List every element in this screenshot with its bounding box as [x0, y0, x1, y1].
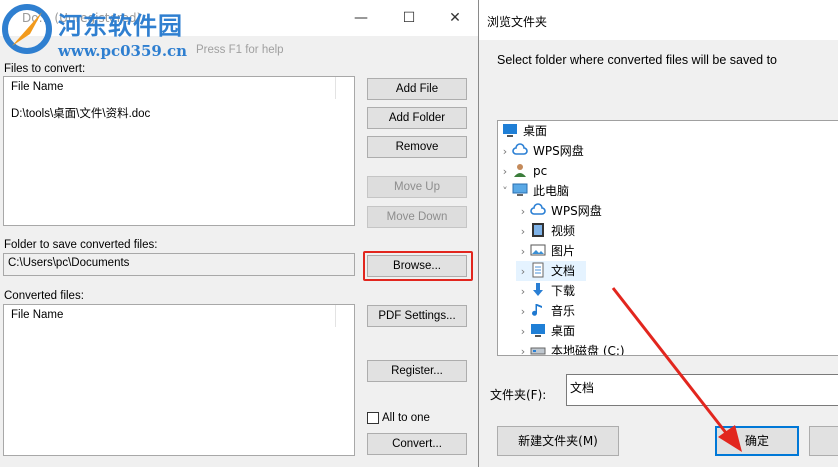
folder-tree[interactable]: 桌面 › WPS网盘 › pc ˅ 此电脑 › WPS网盘 › 视频 › 图片 › 文档 › 下载 › 音乐 › 桌面 ›… [497, 120, 838, 356]
chevron-right-icon[interactable]: › [498, 142, 512, 162]
tree-item[interactable]: › 图片 [516, 241, 836, 261]
all-to-one-checkbox[interactable] [367, 412, 379, 424]
tree-item-label: pc [533, 164, 548, 178]
tree-item-label: 音乐 [551, 304, 576, 318]
chevron-right-icon[interactable]: › [516, 302, 530, 322]
pdf-settings-button[interactable]: PDF Settings... [367, 305, 467, 327]
tree-item-label: 图片 [551, 244, 576, 258]
tree-item[interactable]: › WPS网盘 [516, 201, 836, 221]
download-icon [530, 283, 551, 298]
register-button[interactable]: Register... [367, 360, 467, 382]
watermark-logo-icon [2, 4, 52, 54]
tree-item[interactable]: › 下载 [516, 281, 836, 301]
tree-item[interactable]: › 视频 [516, 221, 836, 241]
list-item[interactable]: D:\tools\桌面\文件\资料.doc [11, 105, 150, 121]
tree-item-label: 文档 [551, 264, 576, 278]
dialog-title: 浏览文件夹 [487, 15, 548, 29]
music-icon [530, 304, 551, 318]
column-header-file-name[interactable]: File Name [4, 77, 336, 99]
ok-button[interactable]: 确定 [715, 426, 799, 456]
chevron-right-icon[interactable]: › [516, 342, 530, 355]
add-folder-button[interactable]: Add Folder [367, 107, 467, 129]
tree-item-label: WPS网盘 [551, 204, 602, 218]
remove-button[interactable]: Remove [367, 136, 467, 158]
converted-files-label: Converted files: [4, 290, 84, 302]
close-button[interactable]: ✕ [432, 0, 478, 36]
minimize-button[interactable]: — [338, 0, 384, 36]
folder-field-label: 文件夹(F): [490, 388, 547, 402]
user-icon [512, 164, 533, 178]
folder-name-input[interactable]: 文档 [566, 374, 838, 406]
tree-item[interactable]: › 音乐 [516, 301, 836, 321]
move-down-button[interactable]: Move Down [367, 206, 467, 228]
tree-item-label: 下载 [551, 284, 576, 298]
chevron-right-icon[interactable]: › [516, 242, 530, 262]
convert-button[interactable]: Convert... [367, 433, 467, 455]
cloud-icon [512, 143, 533, 158]
tree-item[interactable]: › 文档 [516, 261, 586, 281]
tree-item[interactable]: › 桌面 [516, 321, 836, 341]
browse-button[interactable]: Browse... [367, 255, 467, 277]
files-to-convert-list[interactable]: File Name D:\tools\桌面\文件\资料.doc [3, 76, 355, 226]
tree-item-label: 本地磁盘 (C:) [551, 344, 625, 356]
tree-item-label: 桌面 [551, 324, 576, 338]
tree-item[interactable]: › pc [498, 161, 818, 181]
computer-icon [512, 183, 533, 198]
video-folder-icon [530, 223, 551, 238]
tree-item[interactable]: 桌面 [498, 121, 818, 141]
maximize-button[interactable]: ☐ [386, 0, 432, 36]
browse-folder-dialog: 浏览文件夹 Select folder where converted file… [478, 0, 838, 467]
chevron-right-icon[interactable]: › [498, 162, 512, 182]
tree-item[interactable]: › 本地磁盘 (C:) [516, 341, 836, 356]
files-to-convert-label: Files to convert: [4, 63, 86, 75]
converted-files-list[interactable]: File Name [3, 304, 355, 456]
cloud-icon [530, 203, 551, 218]
move-up-button[interactable]: Move Up [367, 176, 467, 198]
desktop-icon [502, 124, 523, 138]
watermark-name: 河东软件园 [58, 11, 183, 40]
chevron-right-icon[interactable]: › [516, 202, 530, 222]
chevron-right-icon[interactable]: › [516, 282, 530, 302]
all-to-one-label: All to one [382, 412, 430, 424]
tree-item[interactable]: › WPS网盘 [498, 141, 818, 161]
chevron-right-icon[interactable]: › [516, 262, 530, 282]
dialog-titlebar: 浏览文件夹 [479, 0, 838, 40]
cancel-button[interactable] [809, 426, 838, 456]
tree-item[interactable]: ˅ 此电脑 [498, 181, 818, 201]
watermark-url: www.pc0359.cn [58, 42, 188, 60]
output-folder-field[interactable]: C:\Users\pc\Documents [3, 253, 355, 276]
new-folder-button[interactable]: 新建文件夹(M) [497, 426, 619, 456]
add-file-button[interactable]: Add File [367, 78, 467, 100]
tree-item-label: WPS网盘 [533, 144, 584, 158]
chevron-down-icon[interactable]: ˅ [498, 182, 512, 202]
desktop-icon [530, 324, 551, 338]
tree-item-label: 桌面 [523, 124, 548, 138]
chevron-right-icon[interactable]: › [516, 222, 530, 242]
dialog-description: Select folder where converted files will… [497, 53, 778, 67]
folder-label: Folder to save converted files: [4, 239, 158, 251]
drive-icon [530, 344, 551, 355]
tree-item-label: 此电脑 [533, 184, 570, 198]
picture-folder-icon [530, 244, 551, 258]
column-header-file-name[interactable]: File Name [4, 305, 336, 327]
document-folder-icon [530, 262, 551, 278]
help-hint: Press F1 for help [196, 44, 284, 56]
chevron-right-icon[interactable]: › [516, 322, 530, 342]
converter-window: Do… (Unregistered) — ☐ ✕ 河东软件园 www.pc035… [0, 0, 478, 467]
tree-item-label: 视频 [551, 224, 576, 238]
